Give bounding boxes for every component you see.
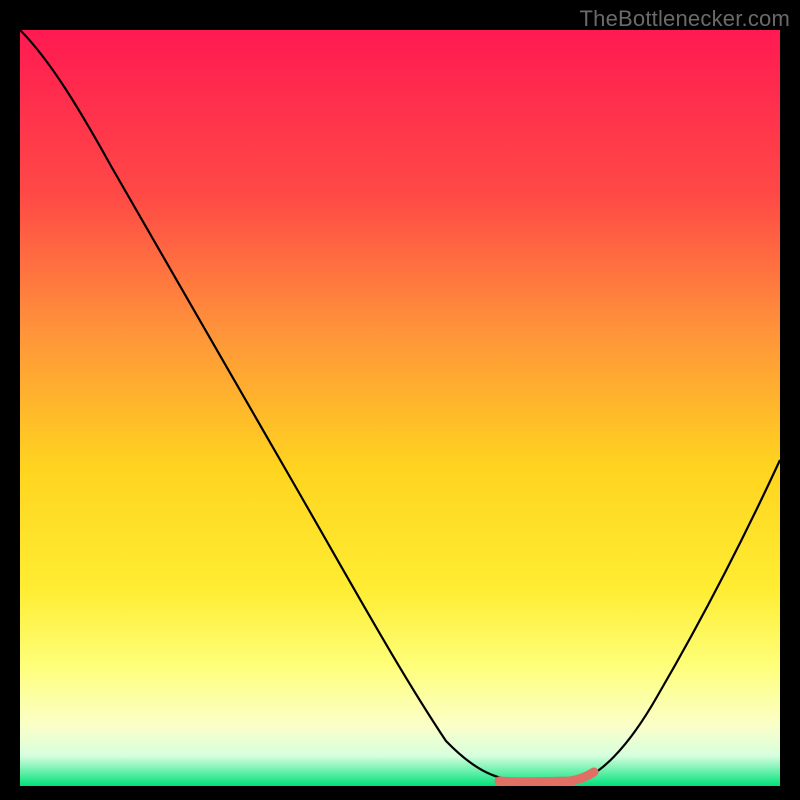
plot-area [20, 30, 780, 786]
watermark-text: TheBottlenecker.com [580, 6, 790, 32]
curve-accent-flat [499, 772, 594, 782]
curve-path [20, 30, 780, 781]
chart-container: TheBottlenecker.com [0, 0, 800, 800]
bottleneck-curve [20, 30, 780, 786]
